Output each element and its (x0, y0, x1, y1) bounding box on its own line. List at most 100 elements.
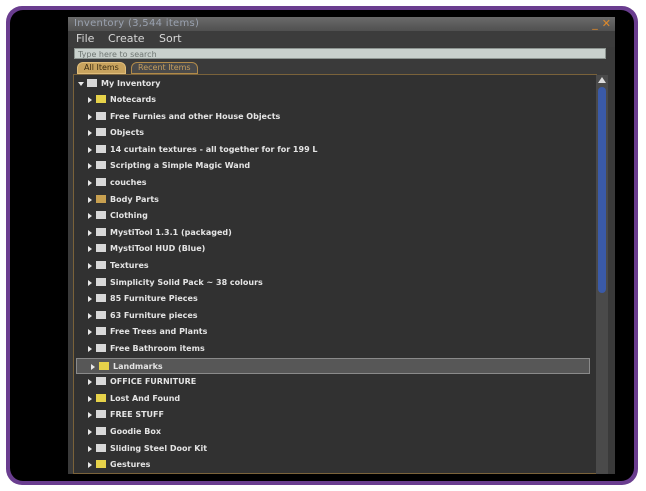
expand-arrow-icon[interactable] (88, 180, 92, 186)
folder-icon (96, 410, 106, 419)
expand-arrow-icon[interactable] (88, 395, 92, 402)
expand-arrow-icon[interactable] (88, 412, 92, 419)
folder-icon (96, 227, 106, 236)
menu-sort[interactable]: Sort (159, 32, 182, 45)
tree-item-label: MystiTool 1.3.1 (packaged) (110, 227, 232, 237)
tree-item[interactable]: Free Bathroom items (74, 341, 594, 357)
gestures-folder-icon (96, 460, 106, 469)
window-title: Inventory (3,544 items) (74, 18, 200, 29)
expand-arrow-icon[interactable] (88, 246, 92, 253)
folder-icon (96, 277, 106, 286)
vertical-scrollbar[interactable] (596, 75, 608, 474)
tree-root[interactable]: My Inventory (74, 76, 594, 92)
tree-item[interactable]: Objects (74, 125, 594, 141)
tree-item-label: couches (110, 178, 147, 187)
expand-arrow-icon[interactable] (88, 113, 92, 120)
tree-item-label: OFFICE FURNITURE (110, 377, 197, 387)
expand-arrow-icon[interactable] (88, 296, 92, 303)
tree-item-label: Scripting a Simple Magic Wand (110, 161, 251, 171)
expand-arrow-icon[interactable] (88, 329, 92, 336)
tree-item-label: 85 Furniture Pieces (110, 294, 198, 304)
tree-item[interactable]: FREE STUFF (74, 407, 594, 423)
tab-all-items[interactable]: All Items (77, 62, 126, 74)
tree-item-label: FREE STUFF (110, 410, 164, 420)
expand-arrow-icon[interactable] (88, 263, 92, 269)
tree-item[interactable]: Clothing (74, 208, 594, 224)
tree-item[interactable]: Gestures (74, 457, 594, 473)
screen-area: Inventory (3,544 items) _ ✕ File Create … (10, 10, 634, 481)
expand-arrow-icon[interactable] (88, 346, 92, 352)
tree-item[interactable]: 63 Furniture pieces (74, 308, 594, 324)
tree-item-label: Sliding Steel Door Kit (110, 443, 208, 453)
expand-arrow-icon[interactable] (88, 312, 92, 319)
tree-item-label: Body Parts (110, 194, 159, 204)
expand-arrow-icon[interactable] (88, 130, 92, 137)
tree-item[interactable]: Scripting a Simple Magic Wand (74, 158, 594, 174)
tree-item-label: Clothing (110, 211, 148, 221)
minimize-button[interactable]: _ (592, 17, 598, 30)
tree-item-label: MystiTool HUD (Blue) (110, 244, 206, 254)
expand-arrow-icon[interactable] (88, 213, 92, 220)
inventory-window: Inventory (3,544 items) _ ✕ File Create … (68, 17, 615, 474)
tree-item[interactable]: couches (74, 175, 594, 191)
expand-arrow-icon[interactable] (88, 445, 92, 452)
body-parts-folder-icon (96, 194, 106, 203)
folder-icon (96, 161, 106, 170)
tree-root-label: My Inventory (101, 79, 161, 88)
folder-icon (96, 377, 106, 386)
tree-item-label: 63 Furniture pieces (110, 310, 198, 320)
tree-item-label: Lost And Found (110, 393, 181, 403)
tree-item-label: Gestures (110, 460, 151, 470)
tree-item[interactable]: 14 curtain textures - all together for f… (74, 142, 594, 158)
scroll-thumb[interactable] (598, 87, 606, 293)
expand-arrow-icon[interactable] (88, 429, 92, 435)
expand-arrow-icon[interactable] (88, 97, 92, 103)
collapse-arrow-icon[interactable] (78, 82, 84, 86)
menu-create[interactable]: Create (108, 32, 145, 45)
tree-item-label: Free Trees and Plants (110, 327, 208, 337)
search-input[interactable]: Type here to search (74, 48, 606, 59)
close-button[interactable]: ✕ (602, 17, 611, 30)
title-bar[interactable]: Inventory (3,544 items) _ ✕ (68, 17, 615, 31)
tree-item[interactable]: Landmarks (76, 357, 590, 374)
folder-icon (87, 79, 97, 87)
expand-arrow-icon[interactable] (88, 146, 92, 153)
folder-icon (96, 294, 106, 303)
tree-item-label: 14 curtain textures - all together for f… (110, 144, 318, 154)
tree-item[interactable]: Sliding Steel Door Kit (74, 441, 594, 457)
tree-item[interactable]: Free Trees and Plants (74, 324, 594, 340)
expand-arrow-icon[interactable] (88, 379, 92, 386)
tree-item[interactable]: Notecards (74, 92, 594, 108)
expand-arrow-icon[interactable] (88, 279, 92, 286)
expand-arrow-icon[interactable] (88, 196, 92, 203)
folder-icon (96, 178, 106, 186)
folder-icon (96, 427, 106, 435)
expand-arrow-icon[interactable] (91, 363, 95, 370)
tree-item[interactable]: Lost And Found (74, 391, 594, 407)
expand-arrow-icon[interactable] (88, 462, 92, 469)
tree-item[interactable]: Textures (74, 258, 594, 274)
tree-item[interactable]: Simplicity Solid Pack ~ 38 colours (74, 275, 594, 291)
tree-item-label: Notecards (110, 95, 157, 104)
tree-item-label: Landmarks (113, 361, 163, 371)
tree-item-label: Free Bathroom items (110, 344, 205, 353)
folder-icon (96, 327, 106, 336)
menu-file[interactable]: File (76, 32, 94, 45)
screenshot-frame: Inventory (3,544 items) _ ✕ File Create … (6, 6, 638, 485)
menu-bar: File Create Sort (68, 31, 615, 47)
folder-icon (96, 244, 106, 253)
folder-icon (96, 144, 106, 153)
folder-icon (96, 111, 106, 120)
tree-item[interactable]: Body Parts (74, 192, 594, 208)
tree-item[interactable]: MystiTool HUD (Blue) (74, 241, 594, 257)
tree-item[interactable]: MystiTool 1.3.1 (packaged) (74, 225, 594, 241)
tab-recent-items[interactable]: Recent Items (131, 62, 198, 74)
expand-arrow-icon[interactable] (88, 163, 92, 170)
expand-arrow-icon[interactable] (88, 229, 92, 236)
tree-item[interactable]: Goodie Box (74, 424, 594, 440)
inventory-tree[interactable]: My Inventory Notecards Free Furnies and o… (73, 74, 597, 474)
tree-item[interactable]: 85 Furniture Pieces (74, 291, 594, 307)
tree-item[interactable]: Free Furnies and other House Objects (74, 109, 594, 125)
tree-item[interactable]: OFFICE FURNITURE (74, 374, 594, 390)
scroll-up-arrow-icon[interactable] (598, 77, 606, 83)
